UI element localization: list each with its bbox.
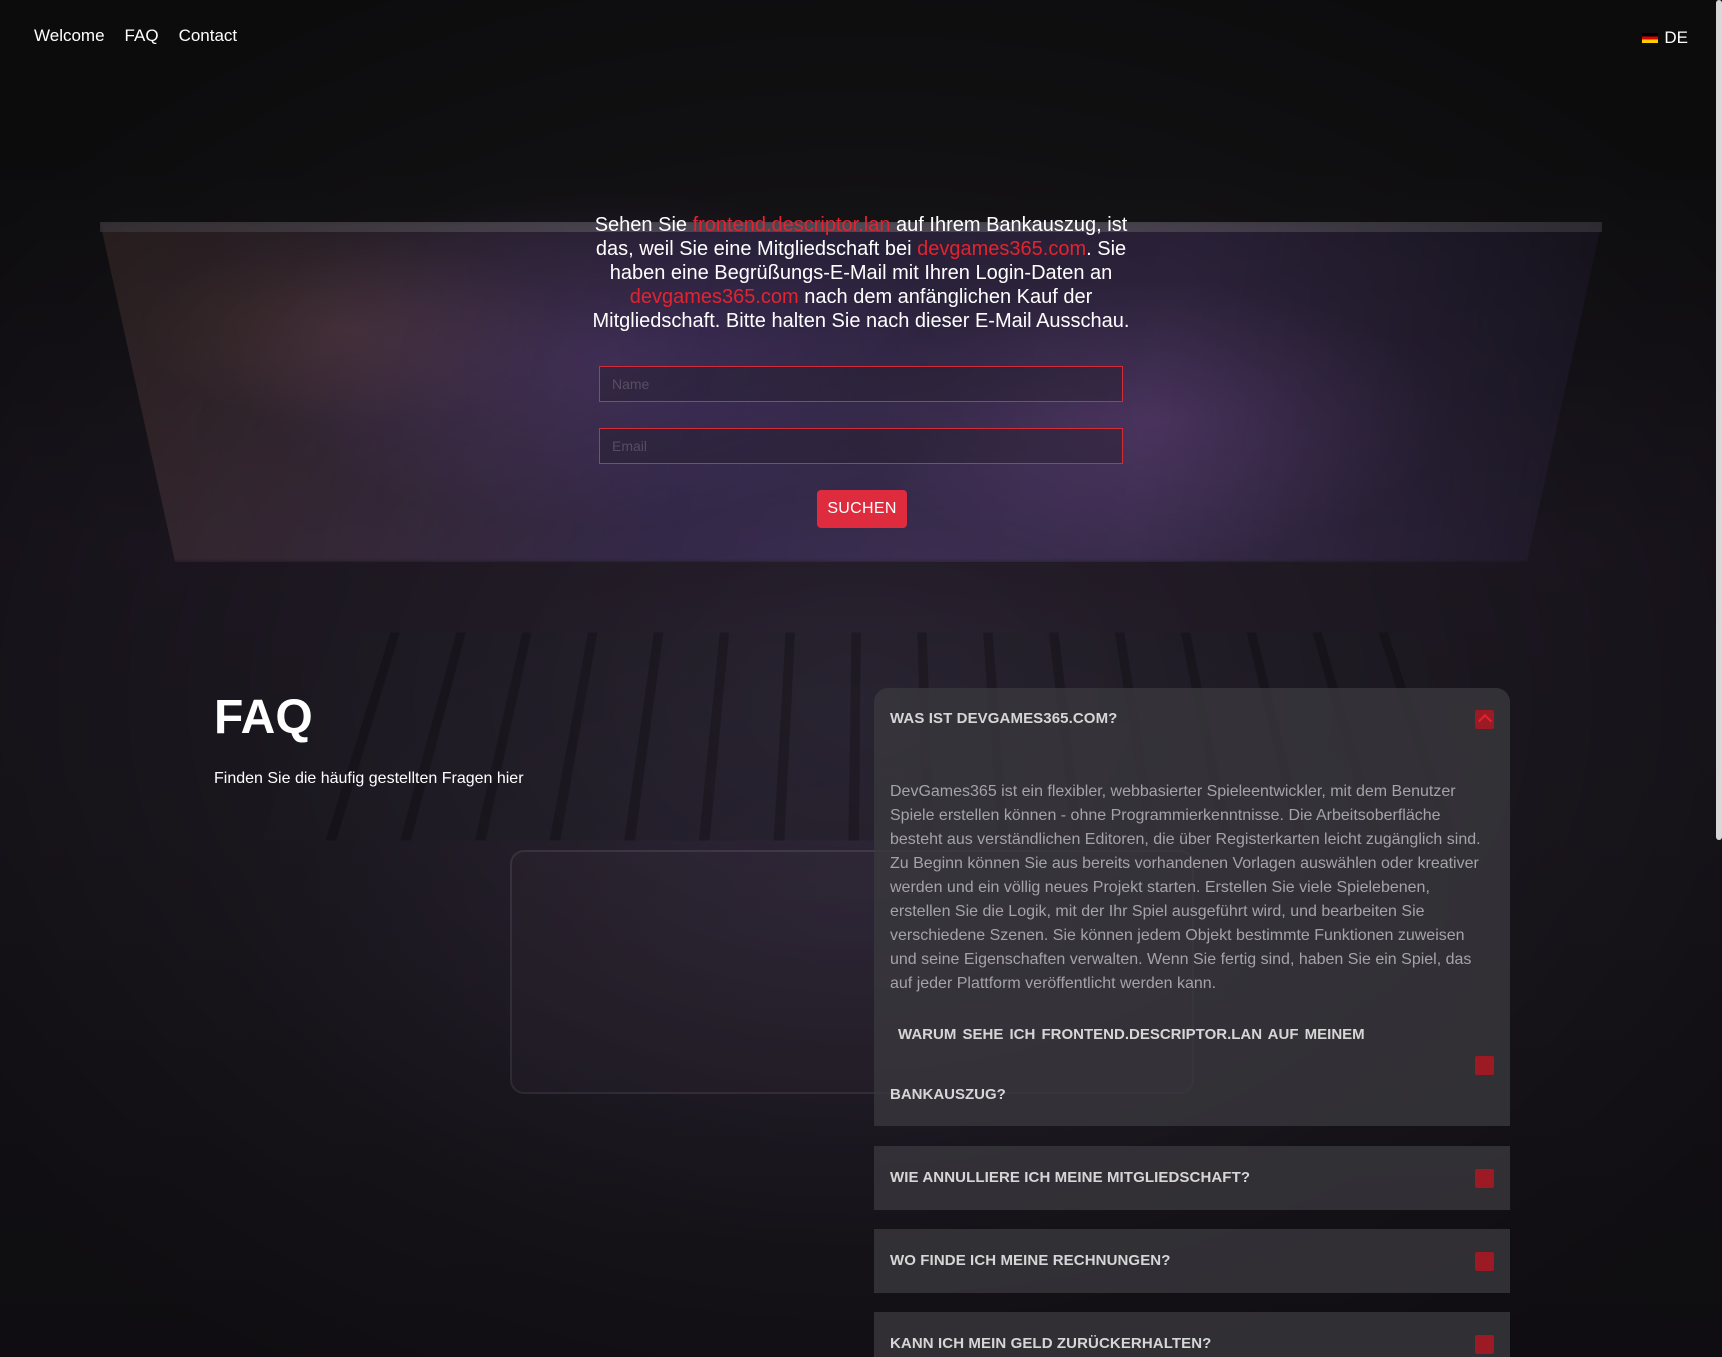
faq-subtitle: Finden Sie die häufig gestellten Fragen … xyxy=(214,770,524,787)
page-scrollbar[interactable] xyxy=(1716,0,1722,840)
page: Welcome FAQ Contact DE Sehen Sie fronten… xyxy=(0,0,1722,1357)
top-nav: Welcome FAQ Contact xyxy=(34,26,237,46)
language-code: DE xyxy=(1664,28,1688,47)
faq-item[interactable]: WO FINDE ICH MEINE RECHNUNGEN? xyxy=(874,1229,1510,1293)
faq-item[interactable]: KANN ICH MEIN GELD ZURÜCKERHALTEN? xyxy=(874,1312,1510,1357)
language-selector[interactable]: DE xyxy=(1642,28,1688,48)
descriptor-highlight: frontend.descriptor.lan xyxy=(692,214,891,236)
chevron-down-icon[interactable] xyxy=(1475,1169,1494,1188)
faq-question-continued[interactable]: BANKAUSZUG? xyxy=(890,1086,1006,1103)
chevron-down-icon[interactable] xyxy=(1475,1056,1494,1075)
flag-de-icon xyxy=(1642,33,1659,43)
faq-question[interactable]: WARUM SEHE ICH FRONTEND.DESCRIPTOR.LAN A… xyxy=(898,1026,1365,1043)
email-input[interactable] xyxy=(599,428,1123,464)
faq-item[interactable]: WIE ANNULLIERE ICH MEINE MITGLIEDSCHAFT? xyxy=(874,1146,1510,1210)
hero-text-part: Sehen Sie xyxy=(594,214,693,236)
faq-question[interactable]: WIE ANNULLIERE ICH MEINE MITGLIEDSCHAFT? xyxy=(890,1169,1250,1186)
nav-welcome-link[interactable]: Welcome xyxy=(34,26,105,46)
domain-highlight: devgames365.com xyxy=(917,238,1087,260)
faq-question[interactable]: WAS IST DEVGAMES365.COM? xyxy=(890,710,1117,727)
faq-answer: DevGames365 ist ein flexibler, webbasier… xyxy=(890,783,1481,992)
chevron-down-icon[interactable] xyxy=(1475,1335,1494,1354)
faq-question[interactable]: KANN ICH MEIN GELD ZURÜCKERHALTEN? xyxy=(890,1335,1211,1352)
hero-description: Sehen Sie frontend.descriptor.lan auf Ih… xyxy=(580,213,1142,333)
chevron-up-icon[interactable] xyxy=(1475,710,1494,729)
name-input[interactable] xyxy=(599,366,1123,402)
faq-item-expanded: WAS IST DEVGAMES365.COM? DevGames365 ist… xyxy=(874,688,1510,1126)
domain-highlight: devgames365.com xyxy=(629,286,799,308)
nav-contact-link[interactable]: Contact xyxy=(179,26,238,46)
faq-title: FAQ xyxy=(214,691,313,744)
search-button[interactable]: SUCHEN xyxy=(817,490,907,528)
chevron-down-icon[interactable] xyxy=(1475,1252,1494,1271)
nav-faq-link[interactable]: FAQ xyxy=(125,26,159,46)
faq-question[interactable]: WO FINDE ICH MEINE RECHNUNGEN? xyxy=(890,1252,1171,1269)
